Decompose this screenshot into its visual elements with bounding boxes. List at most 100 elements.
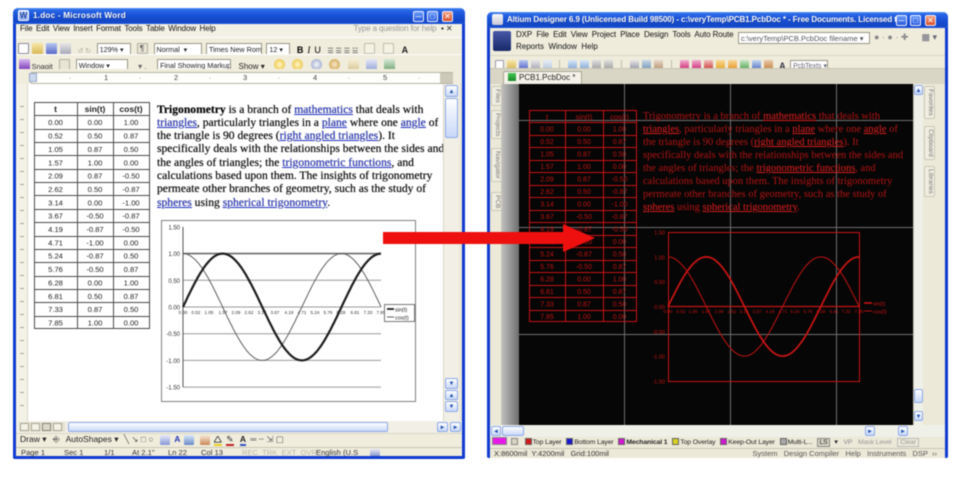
- svg-text:sin(t): sin(t): [85, 104, 106, 114]
- svg-text:0.50: 0.50: [88, 132, 103, 141]
- svg-text:7.85: 7.85: [48, 319, 63, 328]
- svg-text:0.87: 0.87: [577, 152, 591, 159]
- svg-text:0.50: 0.50: [577, 139, 591, 146]
- svg-text:2.09: 2.09: [232, 310, 241, 315]
- svg-text:7.33: 7.33: [48, 305, 63, 314]
- svg-text:-1.00: -1.00: [652, 355, 665, 361]
- svg-text:6.28: 6.28: [540, 276, 554, 283]
- svg-text:0.87: 0.87: [577, 177, 591, 184]
- svg-text:0.00: 0.00: [613, 239, 627, 246]
- svg-text:-0.50: -0.50: [576, 214, 592, 221]
- svg-text:-0.50: -0.50: [86, 265, 103, 274]
- svg-text:-0.50: -0.50: [122, 172, 139, 181]
- svg-text:0.87: 0.87: [124, 132, 139, 141]
- svg-text:2.62: 2.62: [48, 185, 63, 194]
- svg-text:0.50: 0.50: [654, 280, 665, 286]
- svg-text:1.05: 1.05: [205, 310, 214, 315]
- svg-text:7.33: 7.33: [842, 309, 851, 314]
- svg-text:t: t: [546, 113, 549, 122]
- svg-text:1.57: 1.57: [48, 158, 63, 167]
- svg-text:-0.50: -0.50: [652, 330, 665, 336]
- svg-text:1.00: 1.00: [613, 276, 627, 283]
- svg-text:3.67: 3.67: [271, 310, 280, 315]
- svg-text:-1.00: -1.00: [86, 238, 103, 247]
- svg-text:0.50: 0.50: [124, 145, 139, 154]
- svg-text:0.87: 0.87: [88, 172, 103, 181]
- svg-text:-0.87: -0.87: [576, 227, 592, 234]
- svg-text:1.05: 1.05: [48, 145, 63, 154]
- svg-text:3.14: 3.14: [540, 202, 554, 209]
- svg-text:3.14: 3.14: [48, 198, 63, 207]
- svg-text:0.00: 0.00: [124, 319, 139, 328]
- svg-text:-0.87: -0.87: [612, 189, 628, 196]
- svg-text:t: t: [54, 104, 57, 114]
- svg-text:2.62: 2.62: [728, 309, 737, 314]
- svg-text:-0.50: -0.50: [86, 212, 103, 221]
- svg-text:0.87: 0.87: [613, 139, 627, 146]
- svg-text:1.00: 1.00: [613, 127, 627, 134]
- svg-text:0.87: 0.87: [124, 265, 139, 274]
- svg-text:0.00: 0.00: [577, 202, 591, 209]
- svg-text:3.67: 3.67: [540, 214, 554, 221]
- svg-text:2.09: 2.09: [540, 177, 554, 184]
- svg-text:0.50: 0.50: [88, 185, 103, 194]
- svg-text:0.00: 0.00: [88, 198, 103, 207]
- svg-text:0.50: 0.50: [168, 279, 180, 285]
- svg-text:0.52: 0.52: [677, 309, 686, 314]
- svg-text:cos(t): cos(t): [119, 104, 142, 114]
- svg-text:-0.50: -0.50: [576, 264, 592, 271]
- svg-text:0.50: 0.50: [613, 301, 627, 308]
- svg-text:-0.87: -0.87: [86, 225, 103, 234]
- svg-text:1.00: 1.00: [124, 118, 139, 127]
- svg-text:-1.00: -1.00: [166, 359, 180, 365]
- svg-text:1.50: 1.50: [654, 231, 665, 237]
- svg-text:-0.50: -0.50: [166, 332, 180, 338]
- svg-text:4.19: 4.19: [285, 310, 294, 315]
- svg-text:0.87: 0.87: [88, 145, 103, 154]
- svg-text:-1.50: -1.50: [166, 386, 180, 392]
- svg-text:0.87: 0.87: [577, 301, 591, 308]
- svg-text:7.85: 7.85: [540, 314, 554, 321]
- svg-text:0.52: 0.52: [540, 139, 554, 146]
- svg-text:0.52: 0.52: [192, 310, 201, 315]
- svg-text:6.28: 6.28: [48, 278, 63, 287]
- svg-text:-0.87: -0.87: [86, 252, 103, 261]
- svg-text:0.00: 0.00: [613, 164, 627, 171]
- svg-text:0.00: 0.00: [88, 278, 103, 287]
- svg-text:2.62: 2.62: [540, 189, 554, 196]
- svg-text:1.00: 1.00: [88, 158, 103, 167]
- svg-text:0.50: 0.50: [577, 189, 591, 196]
- svg-text:0.00: 0.00: [124, 238, 139, 247]
- svg-text:6.81: 6.81: [830, 309, 839, 314]
- svg-text:1.50: 1.50: [168, 225, 180, 231]
- svg-text:5.76: 5.76: [540, 264, 554, 271]
- svg-text:1.00: 1.00: [168, 252, 180, 258]
- svg-text:1.00: 1.00: [577, 314, 591, 321]
- svg-text:2.09: 2.09: [715, 309, 724, 314]
- svg-text:1.00: 1.00: [88, 319, 103, 328]
- svg-text:-1.00: -1.00: [122, 198, 139, 207]
- svg-text:cos(t): cos(t): [873, 310, 887, 316]
- svg-text:0.00: 0.00: [124, 158, 139, 167]
- svg-text:0.87: 0.87: [613, 289, 627, 296]
- svg-text:0.00: 0.00: [179, 310, 188, 315]
- svg-text:0.50: 0.50: [124, 252, 139, 261]
- svg-text:0.50: 0.50: [124, 305, 139, 314]
- svg-text:0.00: 0.00: [577, 127, 591, 134]
- svg-text:4.71: 4.71: [540, 239, 554, 246]
- svg-text:6.81: 6.81: [540, 289, 554, 296]
- svg-text:0.50: 0.50: [88, 292, 103, 301]
- svg-text:5.76: 5.76: [48, 265, 63, 274]
- svg-text:4.19: 4.19: [48, 225, 63, 234]
- svg-text:-0.50: -0.50: [612, 227, 628, 234]
- svg-text:-1.00: -1.00: [612, 202, 628, 209]
- svg-text:0.00: 0.00: [613, 314, 627, 321]
- svg-text:-0.50: -0.50: [122, 225, 139, 234]
- svg-text:-0.50: -0.50: [612, 177, 628, 184]
- svg-text:4.19: 4.19: [540, 227, 554, 234]
- svg-text:0.50: 0.50: [577, 289, 591, 296]
- svg-text:5.24: 5.24: [48, 252, 63, 261]
- svg-text:0.87: 0.87: [88, 305, 103, 314]
- svg-text:1.00: 1.00: [577, 164, 591, 171]
- svg-text:-0.87: -0.87: [122, 212, 139, 221]
